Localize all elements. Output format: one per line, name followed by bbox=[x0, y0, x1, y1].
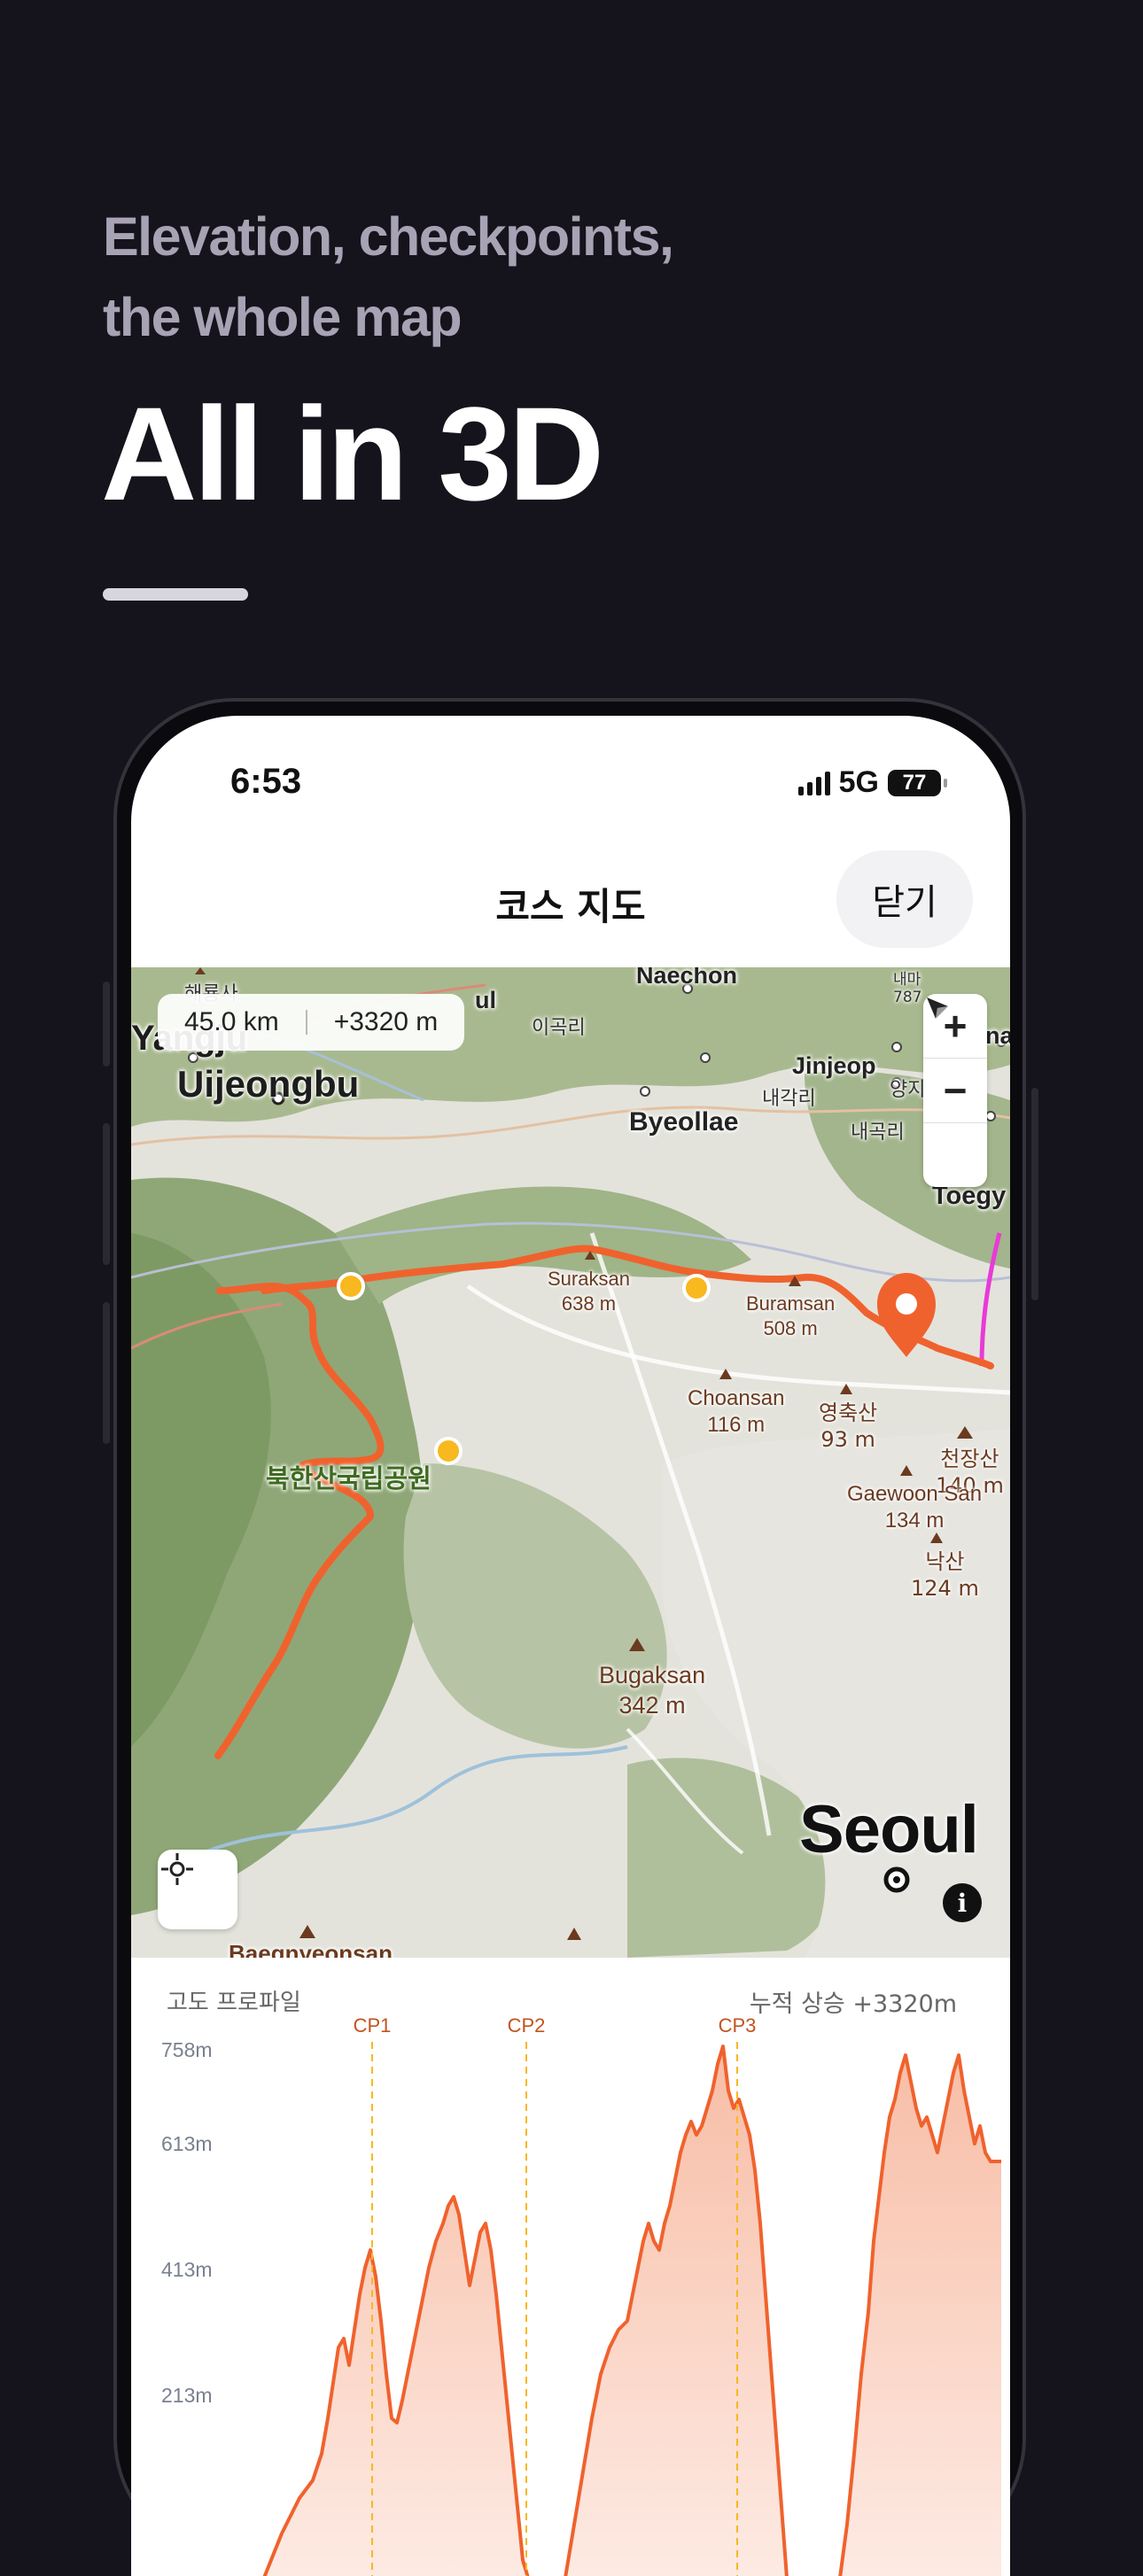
map-peak-suraksan-elev: 638 m bbox=[561, 1292, 617, 1315]
course-map[interactable]: 해룡사 Naechon ul 이곡리 Yangju Uijeongbu Jinj… bbox=[131, 967, 1010, 1958]
close-button[interactable]: 닫기 bbox=[836, 850, 973, 948]
map-peak-bugaksan: Bugaksan 342 m bbox=[599, 1660, 705, 1720]
route-ascent: +3320 m bbox=[333, 1007, 439, 1036]
headline-title: All in 3D bbox=[101, 379, 604, 528]
map-label-uijeongbu: Uijeongbu bbox=[177, 1063, 360, 1105]
map-peak-buramsan: Buramsan 508 m bbox=[746, 1292, 835, 1341]
headline-subtitle: Elevation, checkpoints, the whole map bbox=[103, 197, 900, 358]
map-label-naegakri: 내각리 bbox=[762, 1088, 816, 1110]
map-label-ul: ul bbox=[475, 987, 496, 1013]
map-peak-naksan: 낙산 124 m bbox=[911, 1548, 979, 1602]
map-peak-bugaksan-name: Bugaksan bbox=[599, 1662, 706, 1688]
map-label-bukhansan-park: 북한산국립공원 bbox=[266, 1463, 432, 1494]
map-label-naegokri: 내곡리 bbox=[851, 1121, 905, 1144]
headline-divider bbox=[103, 588, 248, 601]
map-peak-buramsan-elev: 508 m bbox=[763, 1317, 818, 1339]
elevation-y-tick: 413m bbox=[161, 2258, 213, 2281]
stats-divider bbox=[305, 1010, 307, 1035]
status-bar: 6:53 5G 77 bbox=[131, 716, 1010, 849]
map-peak-cheonjangsan-name: 천장산 bbox=[940, 1447, 999, 1471]
map-label-na: na bbox=[985, 1022, 1010, 1049]
map-peak-naksan-name: 낙산 bbox=[925, 1549, 965, 1574]
map-peak-gaewoonsan: Gaewoon San 134 m bbox=[847, 1481, 982, 1534]
map-label-naema-name: 내마 bbox=[893, 971, 921, 989]
map-peak-bugaksan-elev: 342 m bbox=[618, 1692, 686, 1719]
phone-volume-down-button bbox=[103, 1302, 110, 1444]
minus-icon[interactable]: − bbox=[923, 1059, 987, 1123]
phone-power-button bbox=[1031, 1088, 1038, 1300]
checkpoint-label: CP2 bbox=[508, 2014, 546, 2037]
map-label-seoul: Seoul bbox=[799, 1792, 979, 1867]
map-label-naema-elev: 787 bbox=[893, 989, 922, 1006]
checkpoint-label: CP3 bbox=[719, 2014, 757, 2037]
map-peak-yeongchuksan: 영축산 93 m bbox=[819, 1400, 877, 1453]
map-peak-yeongchuksan-name: 영축산 bbox=[819, 1401, 878, 1425]
network-type: 5G bbox=[838, 765, 879, 799]
headline-subtitle-line2: the whole map bbox=[103, 287, 463, 347]
headline-subtitle-line1: Elevation, checkpoints, bbox=[103, 206, 674, 267]
map-label-yangji: 양지 bbox=[890, 1079, 926, 1101]
map-peak-gaewoonsan-elev: 134 m bbox=[884, 1509, 945, 1532]
route-stats: 45.0 km +3320 m bbox=[158, 994, 465, 1051]
navigation-arrow-icon[interactable] bbox=[923, 997, 987, 1187]
locate-button[interactable] bbox=[158, 1850, 237, 1929]
elevation-y-tick: 613m bbox=[161, 2132, 213, 2155]
battery-icon: 77 bbox=[888, 769, 947, 796]
map-peak-choansan: Choansan 116 m bbox=[688, 1385, 784, 1439]
map-label-baegnyeonsan: Baegnyeonsan bbox=[229, 1940, 393, 1958]
map-peak-choansan-name: Choansan bbox=[688, 1386, 785, 1410]
battery-level: 77 bbox=[902, 770, 927, 795]
map-peak-suraksan: Suraksan 638 m bbox=[548, 1267, 630, 1316]
elevation-chart: 758m 613m 413m 213m CP1 CP2 CP3 bbox=[161, 2014, 1001, 2576]
map-label-naechon: Naechon bbox=[636, 967, 738, 989]
map-label-igokri: 이곡리 bbox=[532, 1017, 586, 1039]
map-label-byeollae: Byeollae bbox=[629, 1107, 739, 1137]
map-peak-gaewoonsan-name: Gaewoon San bbox=[847, 1482, 983, 1506]
phone-screen: 6:53 5G 77 코스 지도 닫기 Naechon ul 이곡리 Uijeo… bbox=[131, 716, 1010, 2576]
map-peak-suraksan-name: Suraksan bbox=[548, 1268, 630, 1290]
map-peak-buramsan-name: Buramsan bbox=[746, 1292, 836, 1315]
phone-volume-up-button bbox=[103, 1123, 110, 1265]
map-peak-yeongchuksan-elev: 93 m bbox=[820, 1427, 875, 1452]
route-distance: 45.0 km bbox=[184, 1007, 279, 1036]
zoom-controls: + − bbox=[923, 994, 987, 1187]
map-peak-naksan-elev: 124 m bbox=[911, 1576, 979, 1601]
cellular-signal-icon bbox=[797, 771, 830, 795]
elevation-area bbox=[264, 2046, 1001, 2576]
status-time: 6:53 bbox=[230, 762, 302, 801]
info-icon[interactable]: i bbox=[943, 1883, 982, 1922]
elevation-y-tick: 213m bbox=[161, 2384, 213, 2407]
map-label-jinjeop: Jinjeop bbox=[792, 1052, 876, 1079]
crosshair-icon bbox=[161, 1853, 193, 1885]
checkpoint-label: CP1 bbox=[354, 2014, 392, 2037]
phone-action-button bbox=[103, 982, 110, 1067]
elevation-profile: 고도 프로파일 누적 상승 +3320m 758m 613m 413m 213m CP1… bbox=[131, 1958, 1010, 2576]
map-peak-choansan-elev: 116 m bbox=[707, 1413, 766, 1437]
map-label-naema: 내마 787 bbox=[893, 971, 921, 1006]
status-indicators: 5G 77 bbox=[797, 765, 947, 800]
elevation-y-tick: 758m bbox=[161, 2038, 213, 2061]
